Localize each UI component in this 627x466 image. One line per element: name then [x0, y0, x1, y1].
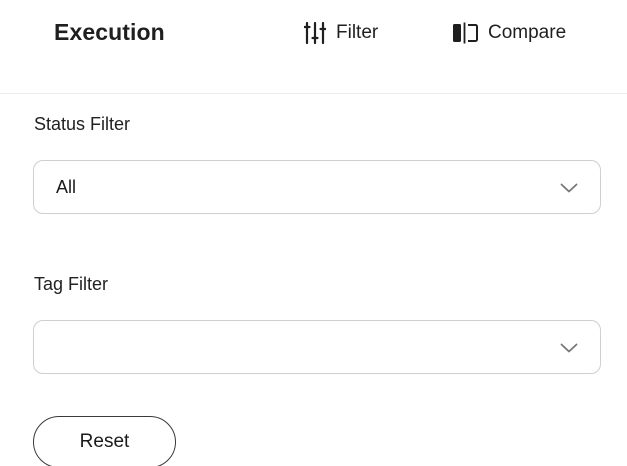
filter-button[interactable]: Filter — [304, 17, 378, 49]
compare-button[interactable]: Compare — [452, 17, 566, 49]
reset-button[interactable]: Reset — [33, 416, 176, 466]
sliders-icon — [304, 21, 336, 45]
compare-columns-icon — [452, 22, 488, 44]
tag-filter-select[interactable] — [33, 320, 601, 374]
panel-title: Execution — [54, 19, 165, 45]
tag-filter-label: Tag Filter — [34, 274, 109, 294]
chevron-down-icon — [560, 181, 578, 199]
status-filter-select[interactable]: All — [33, 160, 601, 214]
status-filter-value: All — [56, 177, 77, 197]
chevron-down-icon — [560, 341, 578, 359]
panel-header: Execution Filter Compare — [0, 0, 627, 94]
filter-label: Filter — [336, 22, 379, 43]
compare-label: Compare — [488, 22, 567, 43]
execution-panel: Execution Filter Compare Status Filter A… — [0, 0, 627, 466]
status-filter-label: Status Filter — [34, 114, 131, 134]
